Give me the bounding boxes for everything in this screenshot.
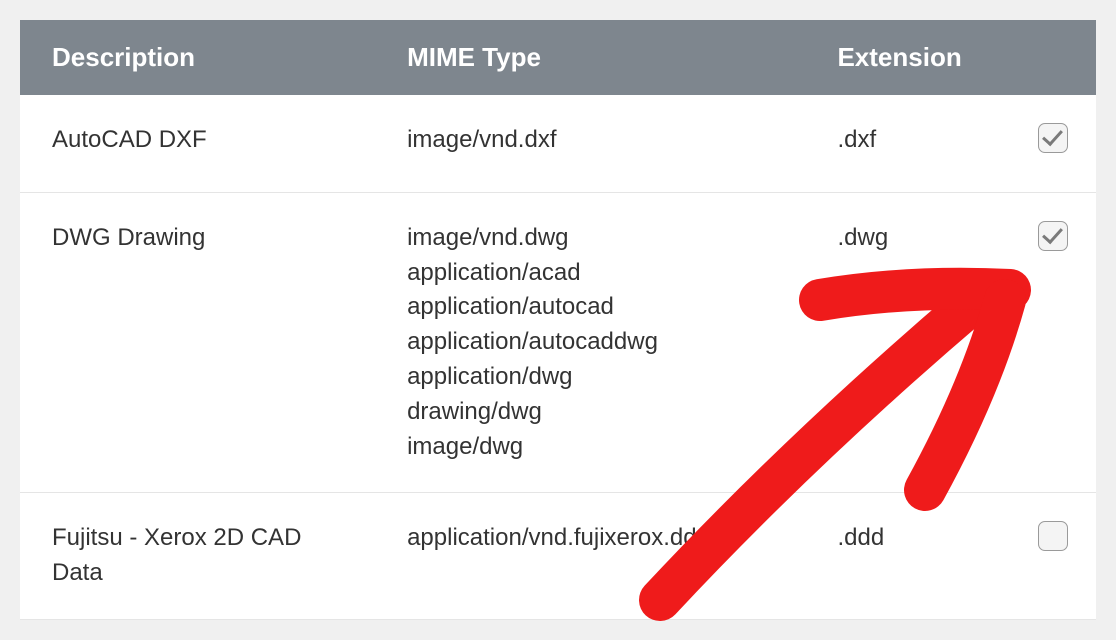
cell-checkbox [999,493,1096,620]
mime-value: image/vnd.dxf [407,123,773,158]
cell-description: Fujitsu - Xerox 2D CAD Data [20,493,375,620]
mime-value: application/autocaddwg [407,325,773,360]
cell-mime: image/vnd.dwgapplication/acadapplication… [375,192,805,493]
enable-checkbox[interactable] [1038,221,1068,251]
file-types-table: Description MIME Type Extension AutoCAD … [20,20,1096,620]
mime-value: application/autocad [407,290,773,325]
header-checkbox [999,20,1096,95]
cell-mime: image/vnd.dxf [375,95,805,192]
table-row: AutoCAD DXF image/vnd.dxf .dxf [20,95,1096,192]
enable-checkbox[interactable] [1038,123,1068,153]
cell-extension: .dwg [805,192,999,493]
cell-extension: .ddd [805,493,999,620]
cell-mime: application/vnd.fujixerox.ddd [375,493,805,620]
mime-value: image/vnd.dwg [407,221,773,256]
cell-description: AutoCAD DXF [20,95,375,192]
cell-extension: .dxf [805,95,999,192]
mime-value: drawing/dwg [407,395,773,430]
table-row: Fujitsu - Xerox 2D CAD Data application/v… [20,493,1096,620]
cell-checkbox [999,192,1096,493]
header-extension: Extension [805,20,999,95]
header-mime: MIME Type [375,20,805,95]
table-row: DWG Drawingimage/vnd.dwgapplication/acad… [20,192,1096,493]
enable-checkbox[interactable] [1038,521,1068,551]
cell-checkbox [999,95,1096,192]
mime-value: application/vnd.fujixerox.ddd [407,521,773,556]
mime-value: image/dwg [407,430,773,465]
cell-description: DWG Drawing [20,192,375,493]
mime-value: application/dwg [407,360,773,395]
table-header: Description MIME Type Extension [20,20,1096,95]
mime-value: application/acad [407,256,773,291]
header-description: Description [20,20,375,95]
